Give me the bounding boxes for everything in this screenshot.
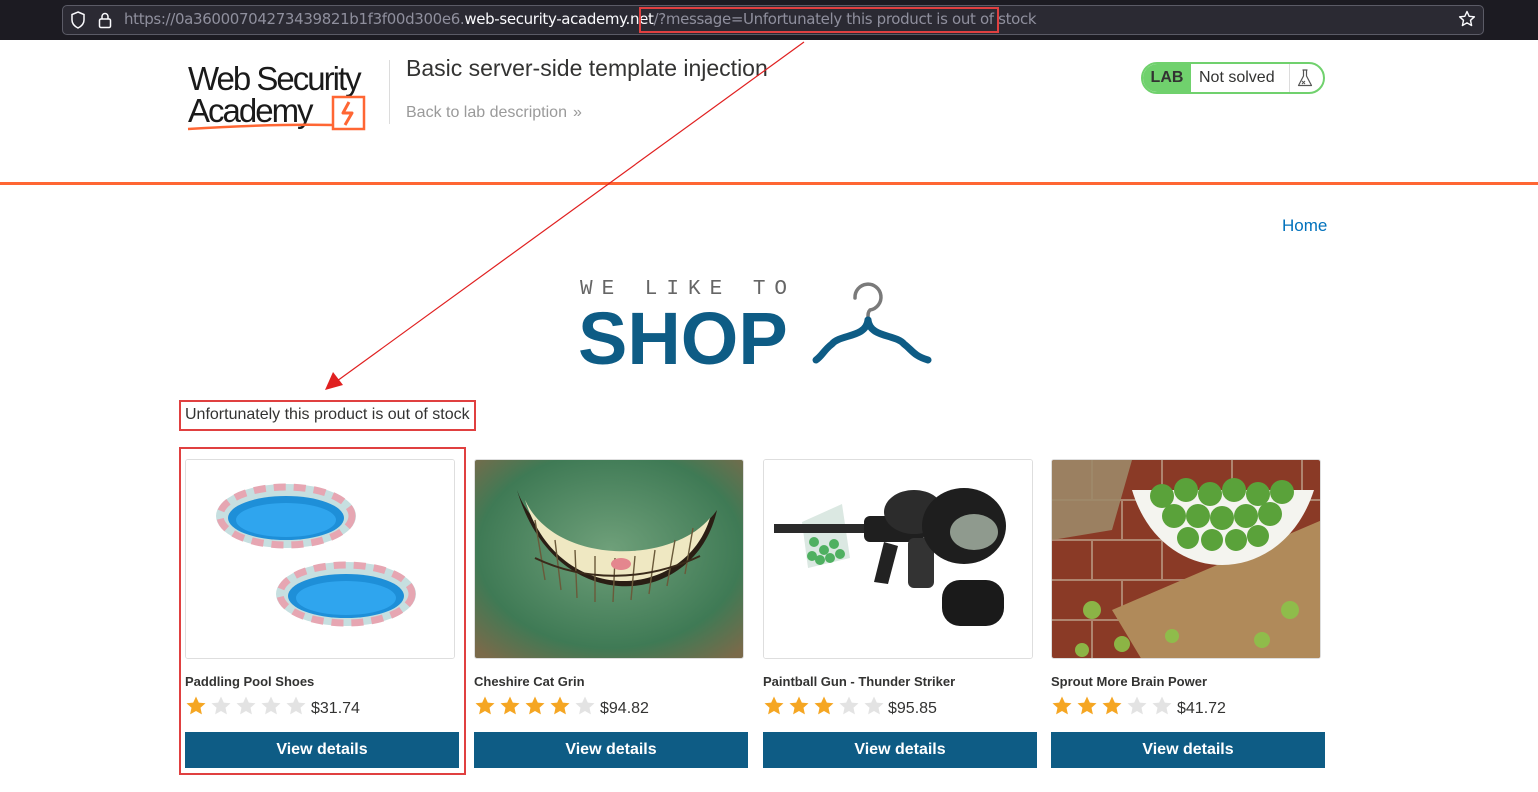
- star-empty-icon: [575, 696, 595, 715]
- flask-icon: [1297, 69, 1313, 87]
- star-empty-icon: [1152, 696, 1172, 715]
- star-empty-icon: [1127, 696, 1147, 715]
- lab-status-widget: LAB Not solved: [1141, 62, 1325, 94]
- bookmark-star-icon[interactable]: [1458, 10, 1476, 28]
- browser-toolbar: https://0a36000704273439821b1f3f00d300e6…: [0, 0, 1538, 40]
- view-details-button[interactable]: View details: [763, 732, 1037, 768]
- product-image-paintball-gun[interactable]: [763, 459, 1033, 659]
- product-price: $94.82: [600, 700, 649, 717]
- star-filled-icon: [1077, 696, 1097, 715]
- product-image-brussels-sprouts[interactable]: [1051, 459, 1321, 659]
- header-rule: [0, 182, 1538, 185]
- star-empty-icon: [839, 696, 859, 715]
- product-name: Paddling Pool Shoes: [185, 674, 315, 689]
- double-chevron-right-icon: »: [572, 104, 582, 121]
- star-filled-icon: [525, 696, 545, 715]
- star-filled-icon: [764, 696, 784, 715]
- product-card: Paddling Pool Shoes $31.74 View details: [185, 459, 460, 768]
- status-separator: [1289, 64, 1290, 92]
- star-empty-icon: [261, 696, 281, 715]
- lab-status-text: Not solved: [1199, 69, 1275, 86]
- product-price: $41.72: [1177, 700, 1226, 717]
- star-filled-icon: [789, 696, 809, 715]
- view-details-button[interactable]: View details: [185, 732, 459, 768]
- star-empty-icon: [286, 696, 306, 715]
- out-of-stock-message: Unfortunately this product is out of sto…: [185, 406, 470, 423]
- url-text[interactable]: https://0a36000704273439821b1f3f00d300e6…: [124, 10, 1037, 28]
- product-price: $31.74: [311, 700, 360, 717]
- shield-icon[interactable]: [70, 11, 86, 29]
- star-filled-icon: [475, 696, 495, 715]
- lock-icon[interactable]: [97, 11, 113, 29]
- product-card: Sprout More Brain Power $41.72 View deta…: [1051, 459, 1326, 768]
- product-card: Paintball Gun - Thunder Striker $95.85 V…: [763, 459, 1038, 768]
- back-link-label: Back to lab description: [406, 104, 567, 121]
- product-price: $95.85: [888, 700, 937, 717]
- product-rating: [763, 695, 885, 717]
- product-name: Paintball Gun - Thunder Striker: [763, 674, 956, 689]
- url-prefix: https://0a36000704273439821b1f3f00d300e6…: [124, 10, 465, 28]
- star-filled-icon: [1052, 696, 1072, 715]
- view-details-button[interactable]: View details: [474, 732, 748, 768]
- star-filled-icon: [500, 696, 520, 715]
- shop-logo-word: SHOP: [578, 297, 788, 374]
- shop-logo: WE LIKE TO SHOP: [578, 278, 932, 374]
- url-query: ?message=Unfortunately this product is o…: [658, 10, 1037, 28]
- star-empty-icon: [864, 696, 884, 715]
- hanger-icon: [812, 282, 932, 364]
- star-filled-icon: [550, 696, 570, 715]
- product-rating: [1051, 695, 1173, 717]
- star-filled-icon: [814, 696, 834, 715]
- product-name: Cheshire Cat Grin: [474, 674, 585, 689]
- product-card: Cheshire Cat Grin $94.82 View details: [474, 459, 749, 768]
- star-filled-icon: [186, 696, 206, 715]
- logo-line2: Academy: [188, 92, 314, 129]
- product-image-paddling-pool[interactable]: [185, 459, 455, 659]
- home-link[interactable]: Home: [1282, 216, 1327, 236]
- star-empty-icon: [236, 696, 256, 715]
- product-rating: [474, 695, 596, 717]
- product-rating: [185, 695, 307, 717]
- product-name: Sprout More Brain Power: [1051, 674, 1208, 689]
- product-image-cheshire-cat-grin[interactable]: [474, 459, 744, 659]
- url-domain: web-security-academy.net: [464, 10, 654, 28]
- star-filled-icon: [1102, 696, 1122, 715]
- lab-title: Basic server-side template injection: [406, 55, 768, 81]
- back-to-lab-description-link[interactable]: Back to lab description »: [406, 104, 582, 122]
- lab-badge: LAB: [1143, 64, 1191, 92]
- header-divider: [389, 60, 390, 124]
- star-empty-icon: [211, 696, 231, 715]
- view-details-button[interactable]: View details: [1051, 732, 1325, 768]
- web-security-academy-logo[interactable]: Web Security Academy: [186, 58, 391, 134]
